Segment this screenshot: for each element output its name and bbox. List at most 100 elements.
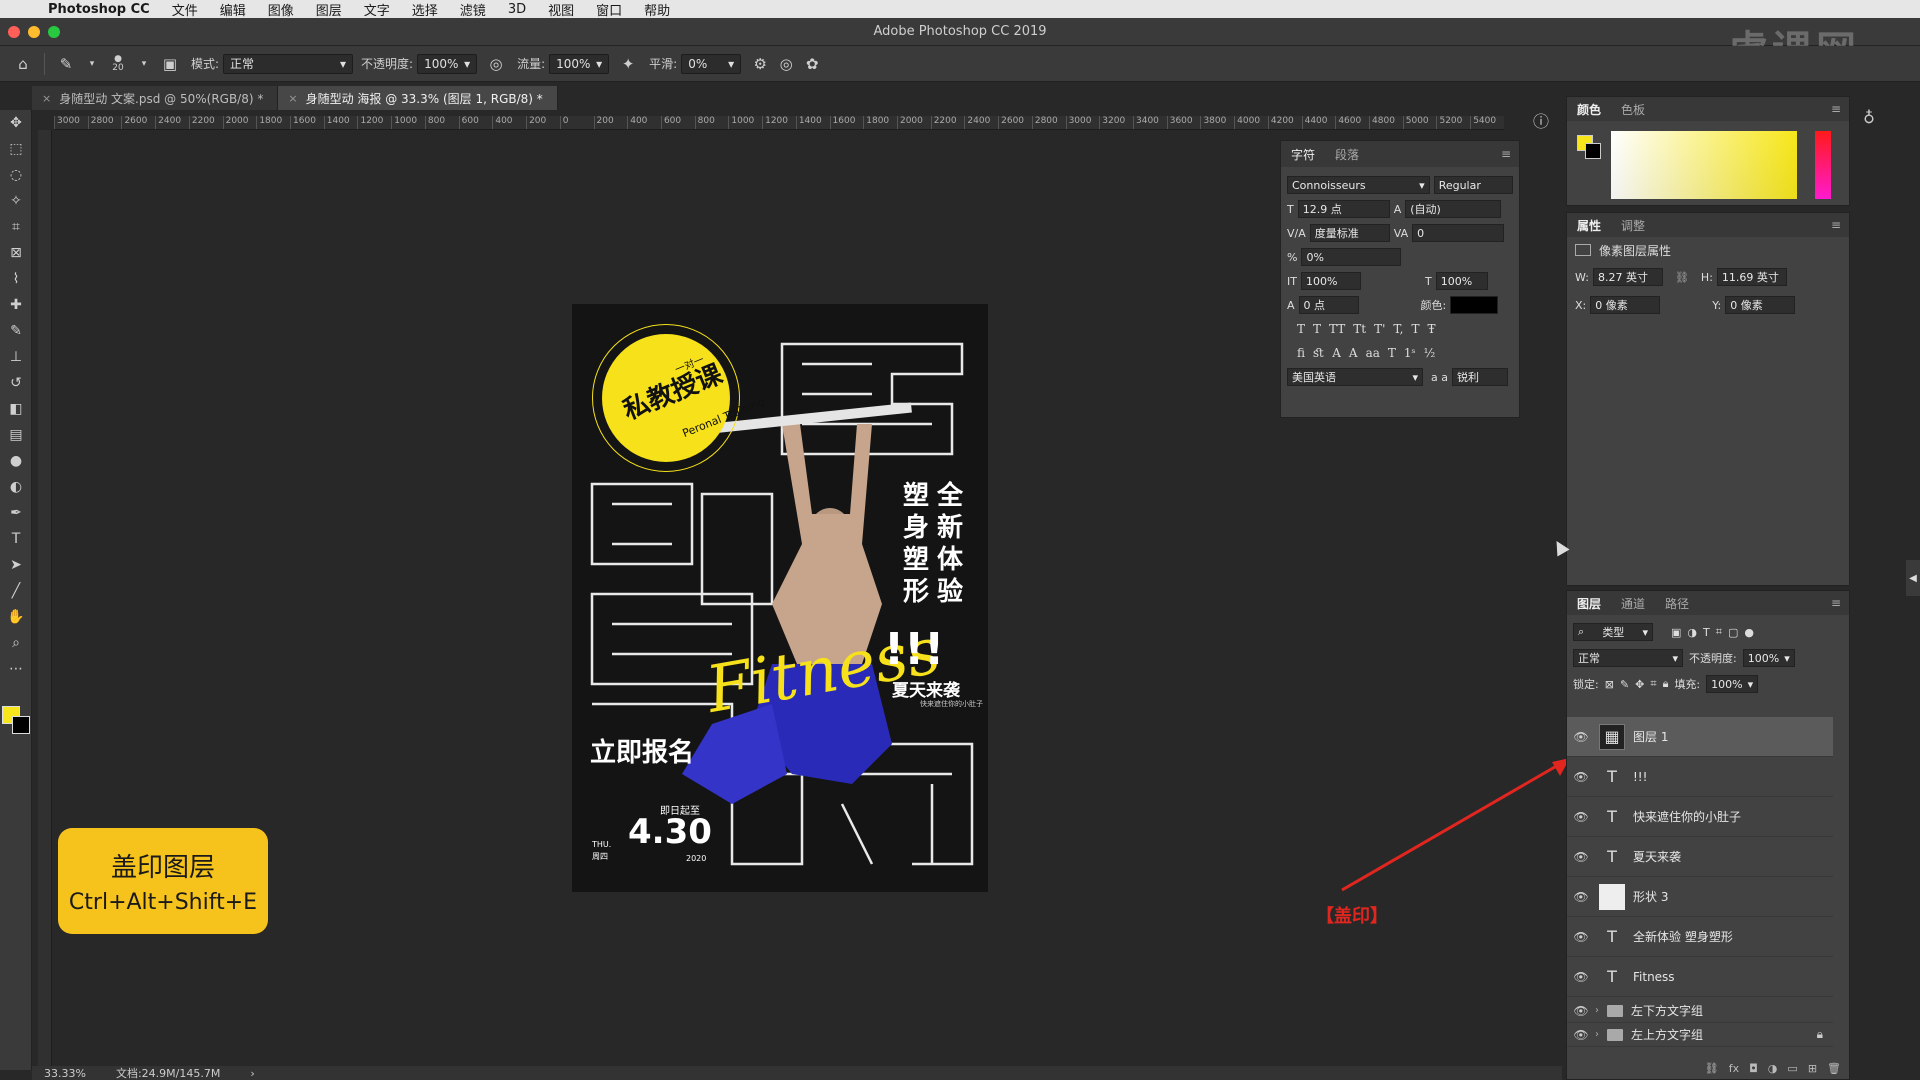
menu-help[interactable]: 帮助 (644, 0, 670, 19)
x-input[interactable]: 0 像素 (1590, 296, 1661, 314)
link-icon[interactable]: ⛓ (1675, 271, 1689, 284)
layer-row[interactable]: 👁︎ T 全新体验 塑身塑形 (1567, 917, 1833, 957)
small-caps-icon[interactable]: Tt (1353, 322, 1366, 336)
link-icon[interactable]: ⛓ (1705, 1062, 1719, 1075)
eye-icon[interactable]: 👁︎ (1567, 770, 1595, 784)
layer-group-row[interactable]: 👁︎ › 左上方文字组 🔒︎ (1567, 1023, 1833, 1047)
fx-icon[interactable]: fx (1729, 1062, 1739, 1075)
lasso-tool-icon[interactable]: ◌ (0, 162, 32, 188)
color-spectrum[interactable] (1611, 131, 1797, 199)
horizontal-scale-input[interactable]: 100% (1435, 272, 1488, 290)
filter-smart-object-icon[interactable]: ▢ (1728, 626, 1738, 639)
layer-row[interactable]: 👁︎ T 快来遮住你的小肚子 (1567, 797, 1833, 837)
layer-row[interactable]: 👁︎ 形状 3 (1567, 877, 1833, 917)
close-icon[interactable]: × (42, 92, 51, 105)
gradient-tool-icon[interactable]: ▤ (0, 422, 32, 448)
airbrush-icon[interactable]: ✦ (615, 53, 641, 75)
brush-settings-icon[interactable]: ▣ (157, 53, 183, 75)
home-icon[interactable]: ⌂ (10, 53, 36, 75)
layer-opacity-input[interactable]: 100% ▾ (1742, 649, 1795, 667)
panel-menu-icon[interactable]: ≡ (1831, 596, 1841, 610)
all-caps-icon[interactable]: TT (1329, 322, 1345, 336)
tab-character[interactable]: 字符 (1281, 146, 1325, 163)
color-swatches[interactable] (2, 706, 30, 740)
tracking-input[interactable]: 0 (1412, 224, 1505, 242)
expand-panel-button[interactable]: ◀ (1906, 560, 1920, 596)
pressure-size-icon[interactable]: ◎ (773, 53, 799, 75)
layer-row[interactable]: 👁︎ T Fitness (1567, 957, 1833, 997)
history-brush-tool-icon[interactable]: ↺ (0, 370, 32, 396)
underline-icon[interactable]: T (1411, 322, 1419, 336)
eye-icon[interactable]: 👁︎ (1567, 850, 1595, 864)
lock-transparent-icon[interactable]: ⊠ (1605, 678, 1614, 691)
zoom-tool-icon[interactable]: ⌕ (0, 630, 32, 656)
tab-document-2[interactable]: × 身随型动 海报 @ 33.3% (图层 1, RGB/8) * (278, 86, 558, 110)
tab-document-1[interactable]: × 身随型动 文案.psd @ 50%(RGB/8) * (32, 86, 279, 110)
layer-row[interactable]: 👁︎ ▦ 图层 1 (1567, 717, 1833, 757)
brush-tool-icon[interactable]: ✎ (0, 318, 32, 344)
font-family-select[interactable]: Connoisseurs ▾ (1287, 176, 1430, 194)
subscript-icon[interactable]: T, (1393, 322, 1403, 336)
layer-filter-select[interactable]: ⌕ 类型 ▾ (1573, 623, 1653, 641)
move-tool-icon[interactable]: ✥ (0, 110, 32, 136)
filter-shape-icon[interactable]: ⌗ (1716, 625, 1722, 639)
brush-tool-icon[interactable]: ✎ (53, 53, 79, 75)
info-icon[interactable]: ⓘ (1528, 108, 1554, 132)
pen-tool-icon[interactable]: ✒ (0, 500, 32, 526)
eyedropper-tool-icon[interactable]: ⌇ (0, 266, 32, 292)
language-select[interactable]: 美国英语 ▾ (1287, 368, 1423, 386)
app-menu[interactable]: Photoshop CC (48, 2, 150, 17)
type-tool-icon[interactable]: T (0, 526, 32, 552)
panel-background-swatch[interactable] (1585, 143, 1601, 159)
faux-bold-icon[interactable]: T (1297, 322, 1305, 336)
titling-icon[interactable]: aa (1366, 346, 1380, 360)
strikethrough-icon[interactable]: Ŧ (1427, 322, 1435, 336)
menu-select[interactable]: 选择 (412, 0, 438, 19)
chevron-right-icon[interactable]: › (1595, 1005, 1607, 1016)
font-size-input[interactable]: 12.9 点 (1297, 200, 1390, 218)
layer-row[interactable]: 👁︎ T 夏天来袭 (1567, 837, 1833, 877)
tab-properties[interactable]: 属性 (1567, 217, 1611, 234)
text-color-swatch[interactable] (1450, 296, 1499, 314)
tab-swatches[interactable]: 色板 (1611, 101, 1655, 118)
tab-layers[interactable]: 图层 (1567, 595, 1611, 612)
eye-icon[interactable]: 👁︎ (1567, 730, 1595, 744)
superscript-icon[interactable]: T' (1374, 322, 1385, 336)
swash-icon[interactable]: A (1332, 346, 1341, 360)
horizontal-ruler[interactable]: 3000 2800 2600 2400 2200 2000 1800 1600 1400 1200… (54, 116, 1504, 130)
height-input[interactable]: 11.69 英寸 (1716, 268, 1787, 286)
eye-icon[interactable]: 👁︎ (1567, 1028, 1595, 1042)
menu-image[interactable]: 图像 (268, 0, 294, 19)
layer-row[interactable]: 👁︎ T !!! (1567, 757, 1833, 797)
eye-icon[interactable]: 👁︎ (1567, 970, 1595, 984)
smooth-input[interactable]: 0% ▾ (681, 53, 742, 74)
lock-all-icon[interactable]: 🔒︎ (1663, 677, 1669, 691)
panel-menu-icon[interactable]: ≡ (1831, 102, 1841, 116)
eraser-tool-icon[interactable]: ◧ (0, 396, 32, 422)
filter-pixel-icon[interactable]: ▣ (1671, 626, 1681, 639)
menu-view[interactable]: 视图 (548, 0, 574, 19)
healing-tool-icon[interactable]: ✚ (0, 292, 32, 318)
lock-pixels-icon[interactable]: ✎ (1620, 678, 1629, 691)
menu-3d[interactable]: 3D (508, 2, 526, 17)
poster-artwork[interactable]: 一对一 私教授课 Peronal Training 塑身塑形 全新体验 Fitn… (572, 304, 988, 892)
tab-color[interactable]: 颜色 (1567, 101, 1611, 118)
panel-menu-icon[interactable]: ≡ (1831, 218, 1841, 232)
mode-select[interactable]: 正常 ▾ (223, 53, 354, 74)
baseline-input[interactable]: 0 点 (1298, 296, 1359, 314)
chevron-right-icon[interactable]: › (1595, 1029, 1607, 1040)
line-tool-icon[interactable]: ╱ (0, 578, 32, 604)
layer-group-row[interactable]: 👁︎ › 左下方文字组 (1567, 999, 1833, 1023)
symmetry-icon[interactable]: ✿ (799, 53, 825, 75)
new-layer-icon[interactable]: ⊞ (1808, 1062, 1817, 1075)
background-color-swatch[interactable] (12, 716, 30, 734)
stamp-tool-icon[interactable]: ⊥ (0, 344, 32, 370)
close-icon[interactable]: × (288, 92, 297, 105)
tab-channels[interactable]: 通道 (1611, 595, 1655, 612)
fraction-icon[interactable]: ½ (1424, 346, 1436, 360)
menu-layer[interactable]: 图层 (316, 0, 342, 19)
width-input[interactable]: 8.27 英寸 (1592, 268, 1663, 286)
lock-artboard-icon[interactable]: ⌗ (1650, 677, 1656, 691)
eye-icon[interactable]: 👁︎ (1567, 1004, 1595, 1018)
zoom-level[interactable]: 33.33% (44, 1067, 86, 1080)
